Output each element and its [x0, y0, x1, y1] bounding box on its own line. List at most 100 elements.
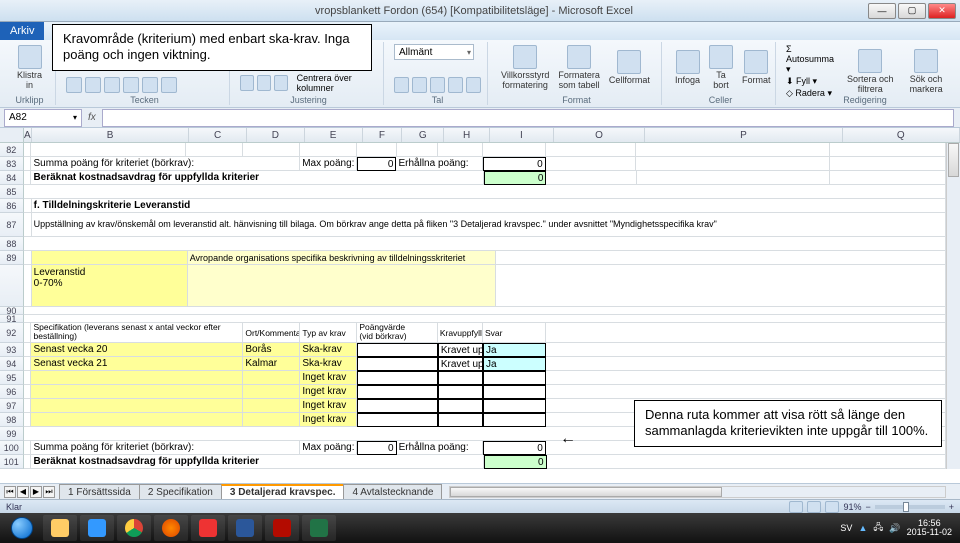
cell-b87[interactable]: Uppställning av krav/önskemål om leveran… — [32, 213, 946, 237]
cell-f92[interactable]: Poängvärde(vid börkrav) — [357, 323, 438, 343]
view-layout-icon[interactable] — [807, 501, 821, 513]
sort-button[interactable]: Sortera och filtrera — [844, 48, 897, 95]
vertical-scrollbar[interactable] — [946, 143, 960, 469]
row-93[interactable]: 93 — [0, 343, 24, 357]
cell[interactable] — [636, 143, 830, 157]
cell-e94[interactable]: Ska-krav — [300, 357, 357, 371]
italic-icon[interactable] — [85, 77, 101, 93]
cell[interactable] — [24, 399, 32, 413]
cell[interactable] — [483, 371, 546, 385]
row-100[interactable]: 100 — [0, 441, 24, 455]
cell[interactable] — [32, 251, 188, 265]
tray-lang[interactable]: SV — [840, 523, 852, 533]
start-button[interactable] — [4, 515, 40, 541]
row-97[interactable]: 97 — [0, 399, 24, 413]
cell[interactable] — [636, 157, 830, 171]
col-F[interactable]: F — [363, 128, 403, 142]
fontcolor-icon[interactable] — [161, 77, 177, 93]
cell[interactable] — [243, 413, 300, 427]
paste-button[interactable]: Klistra in — [10, 44, 49, 91]
row-88[interactable]: 88 — [0, 237, 24, 251]
cell[interactable] — [243, 385, 300, 399]
selectall-corner[interactable] — [0, 128, 24, 142]
cell[interactable] — [357, 371, 438, 385]
file-tab[interactable]: Arkiv — [0, 22, 44, 40]
cell-b86[interactable]: f. Tilldelningskriterie Leveranstid — [32, 199, 946, 213]
fill-button[interactable]: ⬇ Fyll ▾ — [786, 76, 834, 87]
cell[interactable] — [24, 315, 946, 323]
cell[interactable] — [24, 237, 946, 251]
dec-dec-icon[interactable] — [466, 77, 481, 93]
cell[interactable] — [24, 143, 32, 157]
tab-3[interactable]: 3 Detaljerad kravspec. — [221, 484, 345, 499]
cell-i94[interactable]: Ja — [483, 357, 546, 371]
cell[interactable] — [24, 323, 32, 343]
cell-i92[interactable]: Svar — [483, 323, 546, 343]
taskbar-ie[interactable] — [80, 515, 114, 541]
cell[interactable] — [483, 413, 546, 427]
cell-b94[interactable]: Senast vecka 21 — [31, 357, 243, 371]
cell[interactable] — [546, 343, 946, 357]
col-G[interactable]: G — [402, 128, 444, 142]
row-91[interactable]: 91 — [0, 315, 24, 323]
cell-e92[interactable]: Typ av krav — [300, 323, 357, 343]
cell-e98[interactable]: Inget krav — [300, 413, 357, 427]
percent-icon[interactable] — [412, 77, 427, 93]
row-96[interactable]: 96 — [0, 385, 24, 399]
cell[interactable] — [547, 455, 946, 469]
cell-i101[interactable]: 0 — [484, 455, 547, 469]
border-icon[interactable] — [123, 77, 139, 93]
formula-bar[interactable] — [102, 109, 954, 127]
cell[interactable] — [357, 343, 438, 357]
cell-i100[interactable]: 0 — [483, 441, 546, 455]
cell-b92[interactable]: Specifikation (leverans senast x antal v… — [31, 323, 243, 343]
cell[interactable] — [830, 157, 946, 171]
maximize-button[interactable]: ▢ — [898, 3, 926, 19]
cell[interactable] — [243, 143, 300, 157]
cell-h94[interactable]: Kravet uppfyllt? — [438, 357, 483, 371]
cell-i83[interactable]: 0 — [483, 157, 546, 171]
align-left-icon[interactable] — [240, 75, 254, 91]
cell[interactable] — [438, 143, 483, 157]
cell-h93[interactable]: Kravet uppfyllt? — [438, 343, 483, 357]
condfmt-button[interactable]: Villkorsstyrd formatering — [498, 44, 552, 91]
tab-1[interactable]: 1 Försättssida — [59, 484, 140, 499]
minimize-button[interactable]: — — [868, 3, 896, 19]
row-84[interactable]: 84 — [0, 171, 24, 185]
insert-button[interactable]: Infoga — [672, 49, 703, 86]
cell[interactable] — [31, 399, 243, 413]
cell[interactable] — [496, 265, 946, 307]
cell-g83[interactable]: Erhållna poäng: — [396, 157, 482, 171]
cell-e83[interactable]: Max poäng: — [300, 157, 357, 171]
cell[interactable] — [186, 143, 243, 157]
horizontal-scrollbar[interactable] — [449, 486, 946, 498]
underline-icon[interactable] — [104, 77, 120, 93]
currency-icon[interactable] — [394, 77, 409, 93]
tray-net-icon[interactable]: 🖧 — [873, 520, 883, 536]
row-95[interactable]: 95 — [0, 371, 24, 385]
inc-dec-icon[interactable] — [448, 77, 463, 93]
cell-d93[interactable]: Borås — [243, 343, 300, 357]
cell[interactable] — [24, 307, 946, 315]
cell[interactable] — [188, 265, 496, 307]
cell[interactable] — [830, 171, 946, 185]
tab-2[interactable]: 2 Specifikation — [139, 484, 222, 499]
cell[interactable] — [24, 385, 32, 399]
col-H[interactable]: H — [444, 128, 490, 142]
col-D[interactable]: D — [247, 128, 305, 142]
row-87[interactable]: 87 — [0, 213, 24, 237]
cell[interactable] — [483, 385, 546, 399]
vscroll-thumb[interactable] — [948, 143, 959, 177]
row-85[interactable]: 85 — [0, 185, 24, 199]
cell-b101[interactable]: Beräknat kostnadsavdrag för uppfyllda kr… — [31, 455, 483, 469]
row-98[interactable]: 98 — [0, 413, 24, 427]
taskbar-mail[interactable] — [191, 515, 225, 541]
cell[interactable] — [31, 413, 243, 427]
taskbar-firefox[interactable] — [154, 515, 188, 541]
cell[interactable] — [31, 143, 186, 157]
zoom-out-button[interactable]: − — [865, 502, 870, 512]
cell[interactable] — [24, 441, 32, 455]
cell[interactable] — [24, 265, 32, 307]
cell-e93[interactable]: Ska-krav — [300, 343, 357, 357]
cell[interactable] — [24, 171, 32, 185]
